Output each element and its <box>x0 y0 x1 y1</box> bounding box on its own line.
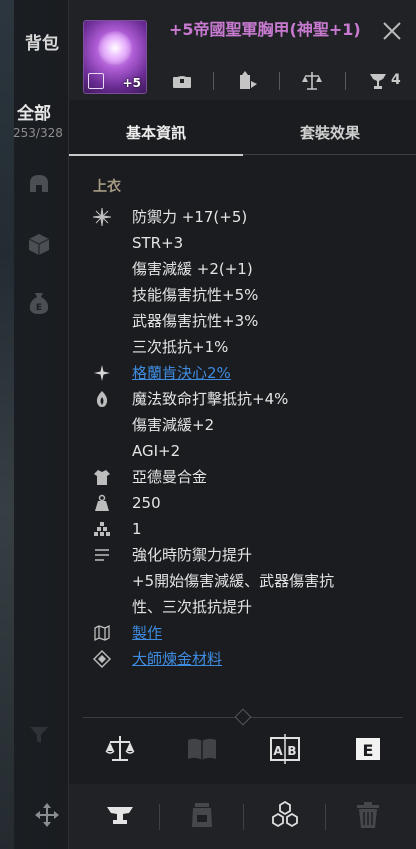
socket-hex-button[interactable] <box>268 798 302 832</box>
quantity-text: 1 <box>132 520 142 538</box>
item-name: +5帝國聖軍胸甲(神聖+1) <box>169 20 361 39</box>
diamond-target-icon <box>93 650 111 668</box>
potion-jar-button[interactable] <box>185 798 219 832</box>
anvil-enhance-button[interactable] <box>103 798 137 832</box>
item-tooltip-card: +5 +5帝國聖軍胸甲(神聖+1) 4 基本資訊 套裝效果 上衣 防禦力 +17… <box>68 0 416 849</box>
weight-icon <box>93 494 111 512</box>
inventory-title: 背包 <box>25 34 59 54</box>
alchemy-material-link[interactable]: 大師煉金材料 <box>132 647 222 672</box>
close-icon[interactable] <box>381 20 403 42</box>
description-text: +5開始傷害減緩、武器傷害抗 <box>132 572 335 590</box>
stat-row: 三次抵抗+1% <box>69 335 416 360</box>
filter-all-tab[interactable]: 全部 <box>17 99 51 124</box>
tab-set-effects[interactable]: 套裝效果 <box>243 116 416 155</box>
tab-basic-info[interactable]: 基本資訊 <box>69 116 243 156</box>
stat-row: 傷害減緩 +2(+1) <box>69 257 416 282</box>
stat-row: 1 <box>69 517 416 542</box>
stat-text: 傷害減緩 +2(+1) <box>132 260 253 278</box>
stat-row: 強化時防禦力提升 <box>69 543 416 568</box>
stat-row: 製作 <box>69 621 416 646</box>
helmet-filter-icon[interactable] <box>26 172 52 198</box>
trophy-icon <box>365 68 391 94</box>
description-text: 性、三次抵抗提升 <box>132 598 253 616</box>
crafting-link[interactable]: 製作 <box>132 621 162 646</box>
stat-row: 250 <box>69 491 416 516</box>
description-text: 強化時防禦力提升 <box>132 546 253 564</box>
separator <box>159 804 160 830</box>
book-button[interactable] <box>185 732 219 766</box>
stat-text: AGI+2 <box>132 442 181 460</box>
stat-row: 武器傷害抗性+3% <box>69 309 416 334</box>
enhance-level: +5 <box>122 76 141 90</box>
svg-text:A: A <box>273 744 283 758</box>
world-background-strip <box>0 0 14 849</box>
translate-ab-button[interactable]: AB <box>268 732 302 766</box>
delete-trash-button[interactable] <box>351 798 385 832</box>
chest-storage-icon <box>169 68 195 94</box>
stat-row: 格蘭肯決心2% <box>69 361 416 386</box>
compare-scale-button[interactable] <box>103 732 137 766</box>
svg-text:E: E <box>36 303 42 313</box>
separator <box>325 804 326 830</box>
trophy-count: 4 <box>391 72 401 88</box>
stat-row: 魔法致命打擊抵抗+4% <box>69 387 416 412</box>
separator <box>243 804 244 830</box>
action-bar-top: AB E <box>69 730 416 770</box>
bank-transfer-icon <box>235 68 261 94</box>
armor-material-icon <box>93 468 111 486</box>
material-text: 亞德曼合金 <box>132 468 208 486</box>
svg-text:B: B <box>287 744 296 758</box>
set-effect-link[interactable]: 格蘭肯決心2% <box>132 361 231 386</box>
item-thumbnail: +5 <box>83 20 147 94</box>
scale-trade-icon <box>299 68 325 94</box>
stat-text: STR+3 <box>132 234 184 252</box>
etc-e-button[interactable]: E <box>351 732 385 766</box>
stat-row: +5開始傷害減緩、武器傷害抗 <box>69 569 416 594</box>
move-handle-icon[interactable] <box>33 801 61 829</box>
stat-text: 防禦力 +17(+5) <box>132 208 248 226</box>
stat-row: AGI+2 <box>69 439 416 464</box>
item-header: +5 +5帝國聖軍胸甲(神聖+1) 4 <box>69 0 416 100</box>
stat-text: 傷害減緩+2 <box>132 416 215 434</box>
lock-icon <box>88 73 104 89</box>
stat-row: 性、三次抵抗提升 <box>69 595 416 620</box>
item-category: 上衣 <box>93 179 121 195</box>
stat-text: 技能傷害抗性+5% <box>132 286 259 304</box>
svg-text:E: E <box>363 741 374 760</box>
etc-bag-filter-icon[interactable]: E <box>26 290 52 316</box>
stat-row: STR+3 <box>69 231 416 256</box>
flame-gem-icon <box>93 390 111 408</box>
stat-text: 魔法致命打擊抵抗+4% <box>132 390 289 408</box>
stat-text: 三次抵抗+1% <box>132 338 229 356</box>
sort-filter-icon[interactable] <box>26 722 52 748</box>
divider-ornament <box>234 708 252 726</box>
description-lines-icon <box>93 546 111 564</box>
weight-text: 250 <box>132 494 161 512</box>
stack-icon <box>93 520 111 538</box>
stat-text: 武器傷害抗性+3% <box>132 312 259 330</box>
stat-row: 大師煉金材料 <box>69 647 416 672</box>
sparkle-icon <box>93 364 111 382</box>
map-icon <box>93 624 111 642</box>
stat-row: 傷害減緩+2 <box>69 413 416 438</box>
defense-star-icon <box>92 207 112 227</box>
box-filter-icon[interactable] <box>26 231 52 257</box>
stat-row: 防禦力 +17(+5) <box>69 205 416 230</box>
stat-row: 亞德曼合金 <box>69 465 416 490</box>
inventory-capacity: 253/328 <box>13 126 63 140</box>
stat-row: 技能傷害抗性+5% <box>69 283 416 308</box>
